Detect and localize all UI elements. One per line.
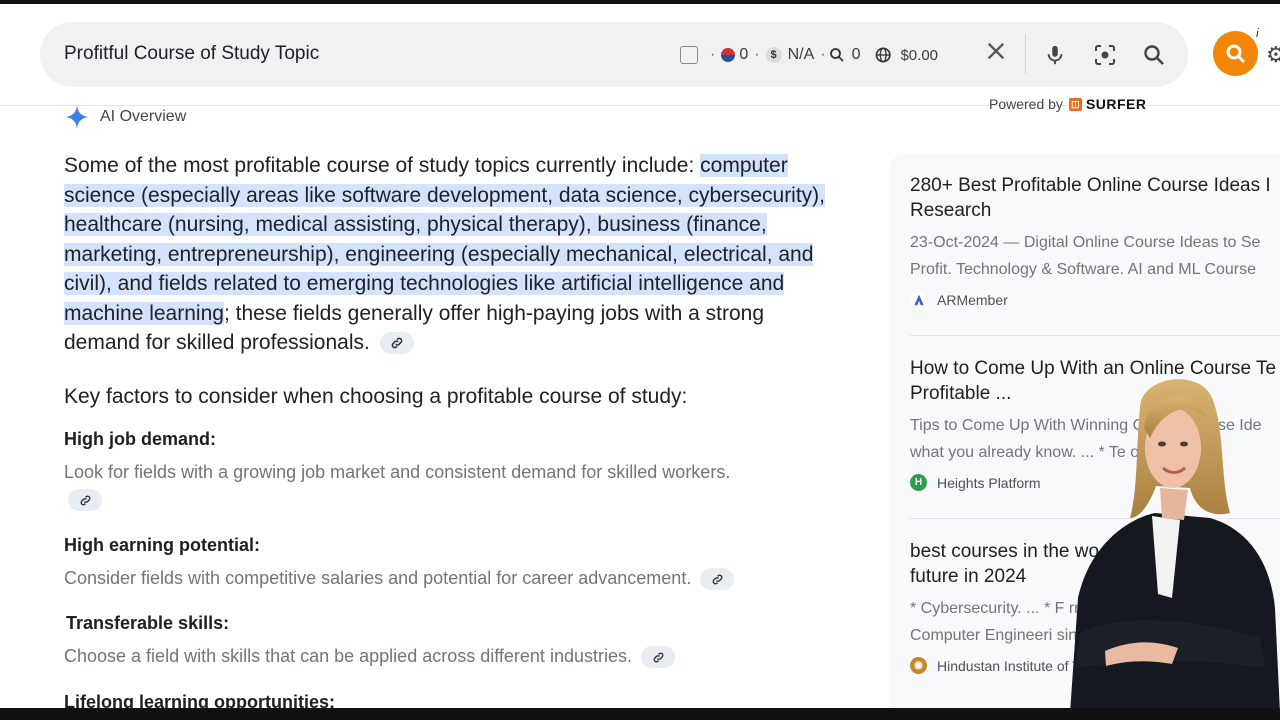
citation-link-button[interactable] (379, 332, 414, 355)
heights-favicon-icon: H (910, 474, 927, 491)
source-site-name: Heights Platform (937, 474, 1041, 491)
armember-favicon-icon (910, 291, 927, 308)
info-icon[interactable]: i (1256, 26, 1259, 40)
ai-overview-header: AI Overview (64, 104, 186, 130)
lens-search-button[interactable] (1090, 40, 1120, 70)
sparkle-icon (65, 105, 89, 129)
link-icon (391, 338, 402, 349)
search-divider (1025, 34, 1026, 74)
factor-description: Choose a field with skills that can be a… (64, 643, 764, 670)
surfer-search-button[interactable] (1213, 31, 1258, 76)
globe-value-group: $0.00 (874, 45, 938, 65)
search-count: 0 (851, 46, 861, 63)
globe-value: $0.00 (900, 46, 939, 64)
search-count-group: 0 (828, 46, 861, 64)
bottom-edge (0, 708, 1280, 720)
key-factors-heading: Key factors to consider when choosing a … (64, 385, 688, 408)
source-snippet: 23-Oct-2024 — Digital Online Course Idea… (910, 229, 1280, 283)
link-icon (653, 652, 663, 663)
summary-highlight: computer science (especially areas like … (64, 154, 826, 325)
source-divider (910, 335, 1280, 336)
powered-by-label: Powered by (989, 96, 1063, 112)
ai-overview-summary: Some of the most profitable course of st… (64, 151, 844, 358)
factor-description: Consider fields with competitive salarie… (64, 565, 764, 592)
surfer-stats-bar: · 0 · $ N/A · 0 $0.00 (680, 42, 938, 68)
factor-title: High earning potential: (64, 535, 260, 555)
summary-intro: Some of the most profitable course of st… (64, 154, 701, 177)
search-submit-button[interactable] (1139, 40, 1169, 70)
camera-lens-icon (1095, 45, 1115, 65)
microphone-icon (1047, 45, 1063, 65)
citation-link-button[interactable] (68, 489, 102, 512)
factor-title: High job demand: (64, 429, 216, 449)
surfer-brand: SURFER (1085, 96, 1147, 112)
powered-by-surfer[interactable]: Powered by ◫ SURFER (989, 96, 1147, 112)
source-title[interactable]: 280+ Best Profitable Online Course Ideas… (910, 173, 1280, 198)
source-card[interactable]: 280+ Best Profitable Online Course Ideas… (910, 173, 1280, 308)
dollar-value: N/A (787, 46, 815, 63)
search-bar[interactable]: Profitful Course of Study Topic · 0 · $ … (40, 22, 1188, 87)
top-edge (0, 0, 1280, 4)
search-input[interactable]: Profitful Course of Study Topic (64, 43, 319, 65)
globe-dollar-icon (876, 47, 892, 63)
factor-description-text: Choose a field with skills that can be a… (64, 646, 632, 666)
separator-dot: · (754, 46, 760, 63)
magnifier-icon (829, 48, 844, 62)
dollar-icon: $ (765, 47, 782, 63)
source-title[interactable]: Research (910, 198, 1280, 223)
link-icon (712, 574, 723, 585)
citation-link-button[interactable] (641, 646, 675, 669)
separator-dot: · (820, 46, 826, 63)
snippet-line: Profit. Technology & Software. AI and ML… (910, 261, 1256, 278)
search-icon (1144, 45, 1164, 65)
select-checkbox[interactable] (680, 46, 698, 64)
surfer-logo-icon: ◫ (1068, 97, 1082, 111)
flag-count: 0 (739, 46, 749, 63)
voice-search-button[interactable] (1040, 40, 1070, 70)
us-flag-icon (721, 48, 736, 62)
gear-icon[interactable]: ⚙ (1266, 42, 1280, 68)
source-site-name: ARMember (937, 291, 1008, 308)
factor-description: Look for fields with a growing job marke… (64, 459, 764, 513)
citation-link-button[interactable] (700, 568, 735, 591)
hindustan-favicon-icon: ◉ (910, 657, 927, 674)
source-site[interactable]: ARMember (910, 291, 1280, 308)
snippet-line: 23-Oct-2024 — Digital Online Course Idea… (910, 234, 1261, 251)
factor-description-text: Consider fields with competitive salarie… (64, 568, 692, 588)
close-icon (987, 42, 1005, 60)
search-icon (1226, 44, 1245, 63)
factor-title: Transferable skills: (66, 613, 230, 633)
clear-search-button[interactable] (982, 40, 1010, 68)
presenter-photo (1070, 379, 1280, 713)
link-icon (80, 495, 90, 506)
factor-description-text: Look for fields with a growing job marke… (64, 462, 731, 482)
ai-overview-label: AI Overview (100, 108, 187, 125)
separator-dot: · (710, 46, 716, 63)
